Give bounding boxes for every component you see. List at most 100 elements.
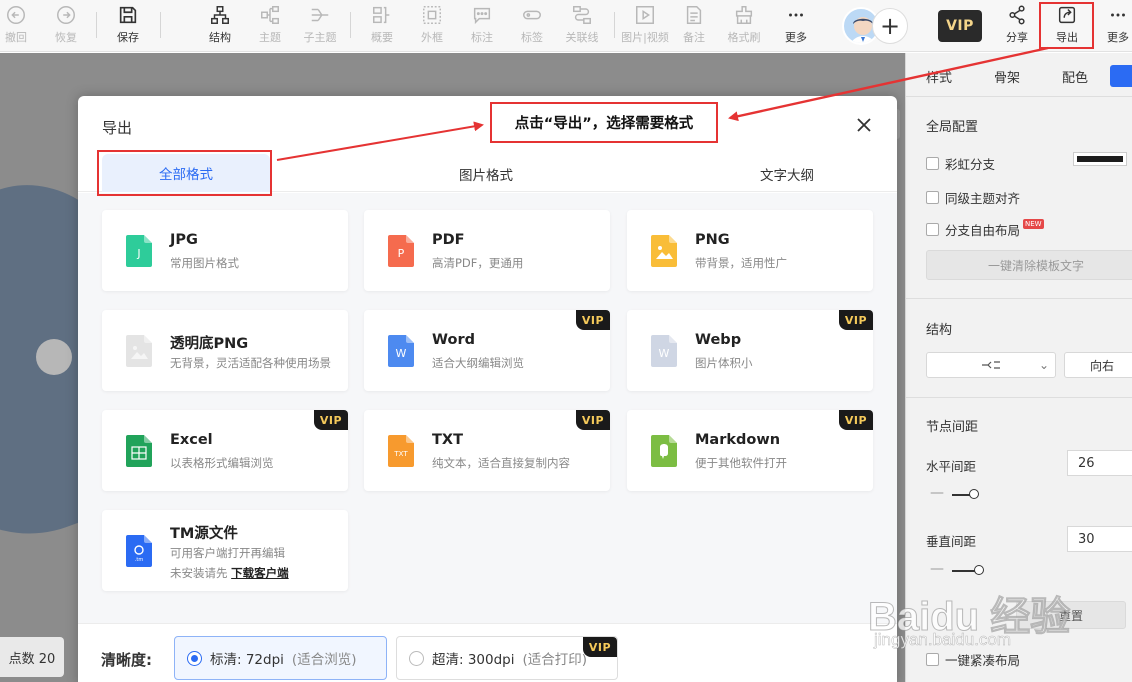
media-label: 图片|视频 xyxy=(621,31,669,44)
format-card-webp[interactable]: W Webp 图片体积小 VIP xyxy=(627,310,873,391)
redo-button[interactable]: 恢复 xyxy=(44,0,88,52)
format-card-png[interactable]: 透明底PNG 无背景，灵活适配各种使用场景 xyxy=(102,310,348,391)
compact-layout-checkbox[interactable]: 一键紧凑布局 xyxy=(926,650,1020,669)
clear-template-text-button[interactable]: 一键清除模板文字 xyxy=(926,250,1132,280)
vip-badge: VIP xyxy=(839,310,873,330)
align-topics-label: 同级主题对齐 xyxy=(945,191,1021,206)
share-label: 分享 xyxy=(1006,31,1028,44)
rainbow-branch-label: 彩虹分支 xyxy=(945,157,996,172)
align-topics-checkbox[interactable]: 同级主题对齐 xyxy=(926,188,1020,207)
horizontal-slider-minus[interactable]: — xyxy=(930,485,944,501)
save-button[interactable]: 保存 xyxy=(106,0,150,52)
note-button[interactable]: 备注 xyxy=(672,0,716,52)
pdf-file-icon: P xyxy=(388,235,414,267)
subtopic-button[interactable]: 子主题 xyxy=(298,0,342,52)
vertical-slider-knob[interactable] xyxy=(974,565,984,575)
redo-icon xyxy=(57,6,75,24)
horizontal-slider-knob[interactable] xyxy=(969,489,979,499)
more-label: 更多 xyxy=(785,31,807,44)
tab-color-scheme[interactable]: 配色 xyxy=(1062,67,1088,86)
format-card-tm[interactable]: .tm TM源文件 可用客户端打开再编辑 未安装请先 下载客户端 xyxy=(102,510,348,591)
rainbow-branch-checkbox[interactable]: 彩虹分支 xyxy=(926,154,995,173)
tab-text-outline[interactable]: 文字大纲 xyxy=(760,164,814,184)
quality-high-label: 超清: 300dpi xyxy=(432,652,515,668)
save-label: 保存 xyxy=(117,31,139,44)
format-description: 带背景，适用性广 xyxy=(695,256,787,270)
more-right-button[interactable]: 更多 xyxy=(1096,0,1132,52)
format-description: 图片体积小 xyxy=(695,356,753,370)
format-card-jpg[interactable]: J JPG 常用图片格式 xyxy=(102,210,348,291)
frame-icon xyxy=(423,6,441,24)
summary-button[interactable]: 概要 xyxy=(360,0,404,52)
more-icon xyxy=(1111,13,1125,17)
vertical-spacing-input[interactable]: 30 xyxy=(1067,526,1132,552)
frame-button[interactable]: 外框 xyxy=(410,0,454,52)
relation-line-button[interactable]: 关联线 xyxy=(560,0,604,52)
radio-unselected-icon[interactable] xyxy=(409,650,424,666)
tab-active-indicator[interactable] xyxy=(1110,65,1132,87)
top-toolbar: 撤回 恢复 保存 结构 主题 子主题 概要 外框 标注 标签 关联线 图片|视频… xyxy=(0,0,1132,52)
topic-icon xyxy=(261,6,279,24)
radio-selected-icon[interactable] xyxy=(187,650,202,666)
dialog-title: 导出 xyxy=(102,119,133,137)
relation-line-label: 关联线 xyxy=(565,31,599,44)
webp-file-icon: W xyxy=(651,335,677,367)
install-hint-text: 未安装请先 xyxy=(170,566,228,580)
transparent-png-file-icon xyxy=(126,335,152,367)
media-button[interactable]: 图片|视频 xyxy=(621,0,669,52)
branch-color-swatch[interactable] xyxy=(1073,152,1127,166)
note-icon xyxy=(686,6,702,24)
format-description: 高清PDF，更通用 xyxy=(432,256,524,270)
format-card-txt[interactable]: TXT TXT 纯文本，适合直接复制内容 VIP xyxy=(364,410,610,491)
subtopic-label: 子主题 xyxy=(303,31,337,44)
tab-skeleton[interactable]: 骨架 xyxy=(994,67,1020,86)
quality-label: 清晰度: xyxy=(101,651,152,669)
vertical-slider-minus[interactable]: — xyxy=(930,561,944,577)
format-brush-button[interactable]: 格式刷 xyxy=(722,0,766,52)
subtopic-icon xyxy=(311,8,329,22)
share-icon xyxy=(1009,5,1025,25)
topic-label: 主题 xyxy=(259,31,281,44)
save-icon xyxy=(119,6,137,24)
svg-text:.tm: .tm xyxy=(135,557,144,563)
tag-button[interactable]: 标签 xyxy=(510,0,554,52)
structure-icon xyxy=(211,6,229,24)
format-grid: J JPG 常用图片格式 P PDF 高清PDF，更通用 PNG 带背景，适用性广透明底PNG… xyxy=(78,193,897,623)
format-name: Word xyxy=(432,332,475,348)
quality-standard-option[interactable]: 标清: 72dpi (适合浏览) xyxy=(174,636,387,680)
structure-direction-select[interactable]: 向右 xyxy=(1064,352,1132,378)
instruction-callout: 点击“导出”，选择需要格式 xyxy=(490,102,718,143)
media-icon xyxy=(636,6,654,24)
tab-style[interactable]: 样式 xyxy=(926,67,952,86)
undo-label: 撤回 xyxy=(5,31,27,44)
tab-image-formats[interactable]: 图片格式 xyxy=(459,164,513,184)
format-card-png[interactable]: PNG 带背景，适用性广 xyxy=(627,210,873,291)
structure-select[interactable]: ⌄ xyxy=(926,352,1056,378)
format-card-word[interactable]: W Word 适合大纲编辑浏览 VIP xyxy=(364,310,610,391)
share-button[interactable]: 分享 xyxy=(995,0,1039,52)
format-description: 适合大纲编辑浏览 xyxy=(432,356,524,370)
quality-high-option[interactable]: 超清: 300dpi (适合打印) VIP xyxy=(396,636,618,680)
quality-standard-hint: (适合浏览) xyxy=(291,652,357,668)
format-card-pdf[interactable]: P PDF 高清PDF，更通用 xyxy=(364,210,610,291)
format-card-markdown[interactable]: Markdown 便于其他软件打开 VIP xyxy=(627,410,873,491)
download-client-link[interactable]: 下载客户端 xyxy=(231,566,289,580)
close-icon[interactable] xyxy=(853,114,875,136)
excel-file-icon xyxy=(126,435,152,467)
structure-button[interactable]: 结构 xyxy=(198,0,242,52)
undo-button[interactable]: 撤回 xyxy=(0,0,38,52)
word-file-icon: W xyxy=(388,335,414,367)
vertical-slider-track[interactable] xyxy=(952,570,976,572)
plus-icon: + xyxy=(879,12,901,40)
reset-spacing-button[interactable]: 重置 xyxy=(1016,601,1126,629)
callout-button[interactable]: 标注 xyxy=(460,0,504,52)
more-right-label: 更多 xyxy=(1107,31,1129,44)
vertical-spacing-label: 垂直间距 xyxy=(926,534,977,549)
free-layout-checkbox[interactable]: 分支自由布局 NEW xyxy=(926,218,1044,239)
format-card-excel[interactable]: Excel 以表格形式编辑浏览 VIP xyxy=(102,410,348,491)
horizontal-spacing-input[interactable]: 26 xyxy=(1067,450,1132,476)
vip-button[interactable]: VIP xyxy=(938,10,982,42)
topic-button[interactable]: 主题 xyxy=(248,0,292,52)
more-button[interactable]: 更多 xyxy=(774,0,818,52)
add-collaborator-button[interactable]: + xyxy=(872,8,908,44)
